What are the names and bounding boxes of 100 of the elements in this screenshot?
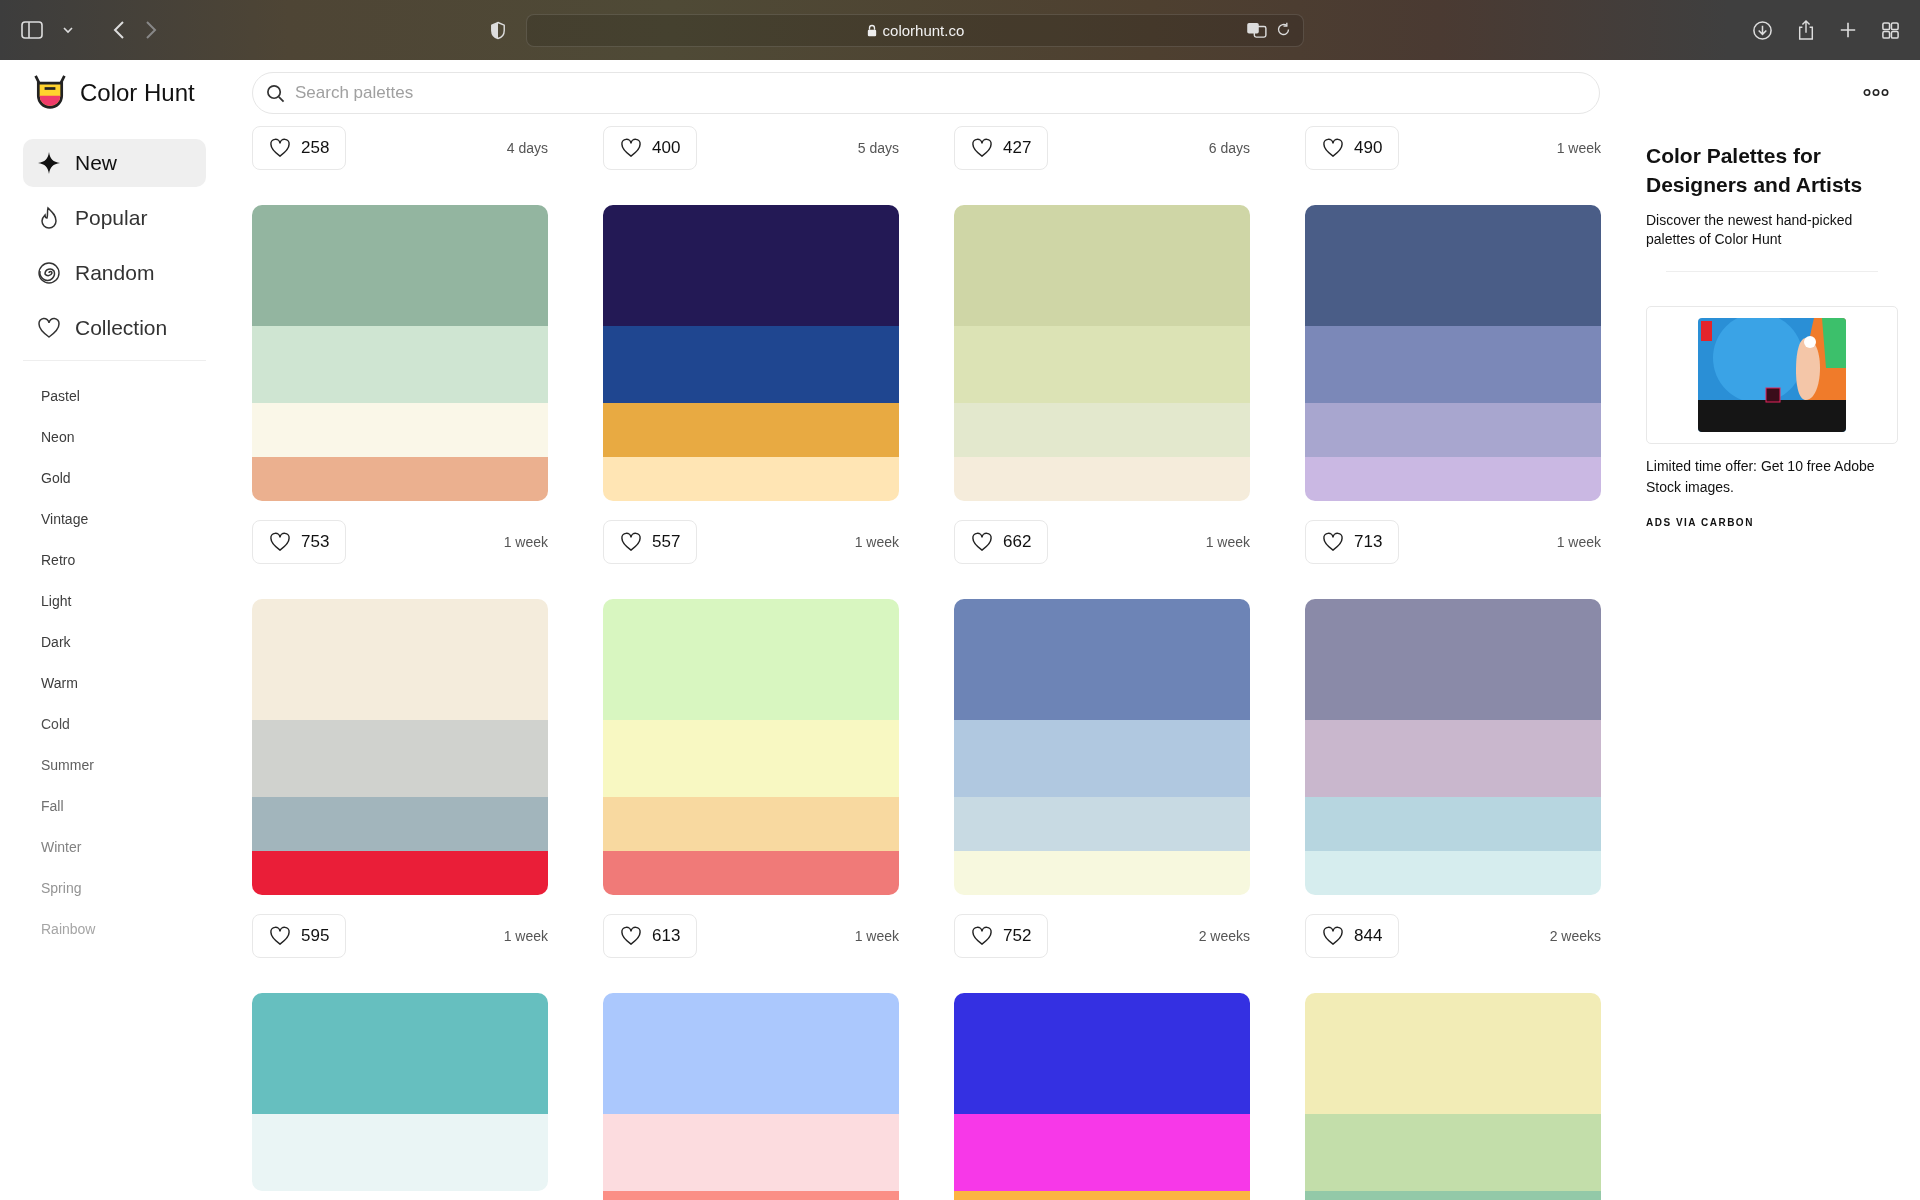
color-swatch[interactable] (954, 326, 1250, 403)
heart-icon (269, 138, 291, 158)
tag-link[interactable]: Summer (41, 745, 252, 786)
tag-link[interactable]: Cold (41, 704, 252, 745)
ad-text[interactable]: Limited time offer: Get 10 free Adobe Stock images. (1646, 456, 1898, 498)
back-icon[interactable] (112, 20, 126, 40)
color-swatch[interactable] (1305, 403, 1601, 457)
tag-link[interactable]: Pastel (41, 376, 252, 417)
color-swatch[interactable] (252, 993, 548, 1114)
color-swatch[interactable] (252, 797, 548, 851)
color-swatch[interactable] (954, 599, 1250, 720)
like-button[interactable]: 844 (1305, 914, 1400, 958)
lock-icon (866, 23, 877, 37)
new-tab-icon[interactable] (1839, 21, 1857, 39)
search-field[interactable]: Search palettes (252, 71, 1600, 114)
color-swatch[interactable] (1305, 457, 1601, 501)
tag-link[interactable]: Warm (41, 663, 252, 704)
like-button[interactable]: 400 (603, 126, 698, 170)
color-swatch[interactable] (954, 1114, 1250, 1191)
heart-icon (37, 317, 61, 339)
color-swatch[interactable] (954, 720, 1250, 797)
date-label: 1 week (854, 928, 899, 944)
tag-link[interactable]: Dark (41, 622, 252, 663)
color-swatch[interactable] (603, 993, 899, 1114)
tab-overview-icon[interactable] (1881, 20, 1900, 40)
color-swatch[interactable] (603, 403, 899, 457)
like-button[interactable]: 713 (1305, 520, 1400, 564)
color-swatch[interactable] (1305, 326, 1601, 403)
date-label: 5 days (857, 140, 899, 156)
like-button[interactable]: 752 (954, 914, 1049, 958)
tag-link[interactable]: Vintage (41, 499, 252, 540)
reload-icon[interactable] (1276, 22, 1292, 37)
color-swatch[interactable] (954, 403, 1250, 457)
share-icon[interactable] (1797, 19, 1815, 41)
nav-item[interactable]: New (23, 139, 206, 187)
tag-link[interactable]: Retro (41, 540, 252, 581)
nav-item[interactable]: Popular (23, 194, 206, 242)
download-icon[interactable] (1752, 19, 1773, 41)
color-swatch[interactable] (603, 1114, 899, 1191)
color-swatch[interactable] (954, 851, 1250, 895)
color-swatch[interactable] (252, 720, 548, 797)
tag-link[interactable]: Winter (41, 827, 252, 868)
color-swatch[interactable] (954, 205, 1250, 326)
heart-icon (971, 926, 993, 946)
color-swatch[interactable] (603, 720, 899, 797)
color-swatch[interactable] (1305, 1114, 1601, 1191)
chevron-down-icon[interactable] (62, 24, 74, 36)
color-swatch[interactable] (1305, 720, 1601, 797)
heart-icon (971, 532, 993, 552)
color-swatch[interactable] (1305, 599, 1601, 720)
shield-icon[interactable] (490, 20, 507, 40)
heart-icon (1322, 926, 1344, 946)
like-button[interactable]: 662 (954, 520, 1049, 564)
forward-icon[interactable] (144, 20, 158, 40)
tag-link[interactable]: Fall (41, 786, 252, 827)
nav-item[interactable]: Random (23, 249, 206, 297)
ad-card[interactable] (1646, 306, 1898, 444)
logo-icon[interactable] (32, 73, 68, 112)
date-label: 1 week (503, 534, 548, 550)
color-swatch[interactable] (252, 326, 548, 403)
like-button[interactable]: 753 (252, 520, 347, 564)
color-swatch[interactable] (1305, 851, 1601, 895)
color-swatch[interactable] (1305, 993, 1601, 1114)
translate-icon[interactable] (1246, 21, 1269, 38)
like-button[interactable]: 595 (252, 914, 347, 958)
color-swatch[interactable] (603, 599, 899, 720)
color-swatch[interactable] (603, 851, 899, 895)
color-swatch[interactable] (1305, 797, 1601, 851)
like-button[interactable]: 613 (603, 914, 698, 958)
color-swatch[interactable] (252, 205, 548, 326)
ads-via-link[interactable]: ADS VIA CARBON (1646, 517, 1754, 528)
nav-item[interactable]: Collection (23, 304, 206, 352)
color-swatch[interactable] (252, 1114, 548, 1191)
color-swatch[interactable] (603, 326, 899, 403)
color-swatch[interactable] (603, 205, 899, 326)
like-button[interactable]: 557 (603, 520, 698, 564)
more-icon[interactable] (1863, 88, 1889, 97)
color-swatch[interactable] (252, 457, 548, 501)
color-swatch[interactable] (603, 457, 899, 501)
color-swatch[interactable] (252, 851, 548, 895)
heart-icon (269, 926, 291, 946)
like-button[interactable]: 258 (252, 126, 347, 170)
color-swatch[interactable] (954, 457, 1250, 501)
address-bar[interactable]: colorhunt.co (526, 13, 1305, 47)
like-button[interactable]: 490 (1305, 126, 1400, 170)
logo-text[interactable]: Color Hunt (80, 78, 195, 107)
tag-link[interactable]: Light (41, 581, 252, 622)
color-swatch[interactable] (1305, 205, 1601, 326)
like-button[interactable]: 427 (954, 126, 1049, 170)
color-swatch[interactable] (954, 797, 1250, 851)
color-swatch[interactable] (252, 403, 548, 457)
tag-link[interactable]: Neon (41, 417, 252, 458)
sidebar-icon[interactable] (20, 18, 44, 42)
color-swatch[interactable] (603, 797, 899, 851)
address-text: colorhunt.co (882, 21, 965, 39)
color-swatch[interactable] (252, 599, 548, 720)
color-swatch[interactable] (954, 993, 1250, 1114)
date-label: 1 week (1556, 534, 1601, 550)
aside-title: Color Palettes for Designers and Artists (1646, 143, 1864, 198)
tag-link[interactable]: Gold (41, 458, 252, 499)
